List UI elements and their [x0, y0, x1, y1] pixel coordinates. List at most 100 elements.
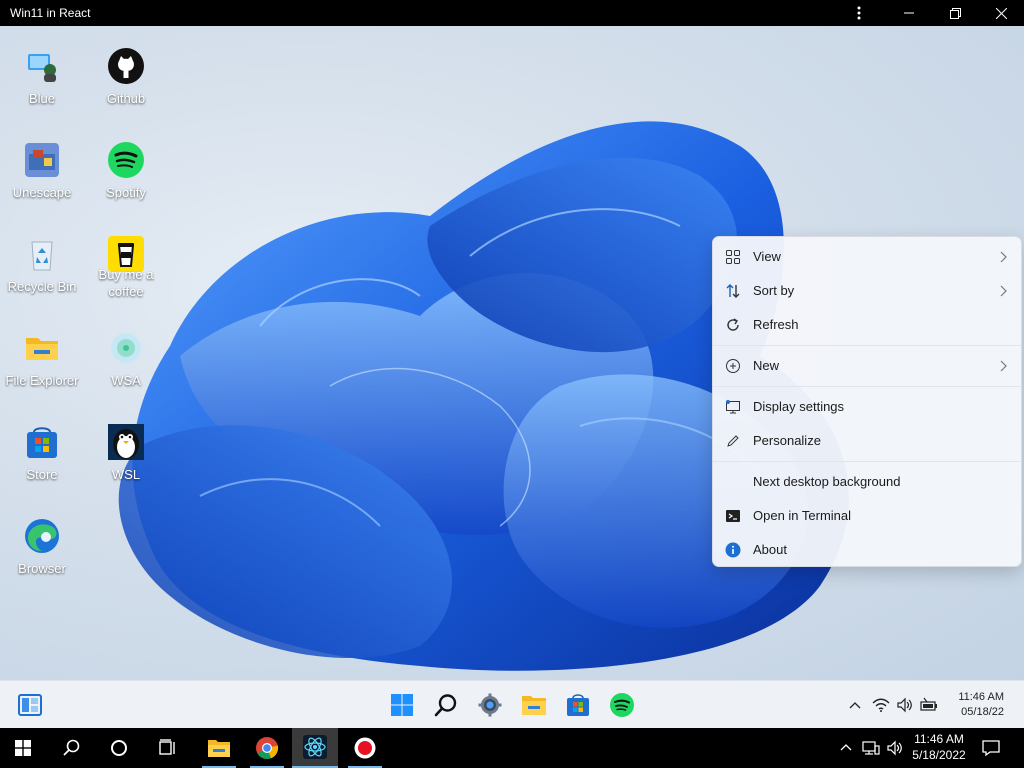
- penguin-icon: [108, 424, 144, 460]
- host-clock-time: 11:46 AM: [914, 732, 964, 746]
- desktop-icon-label: WSL: [111, 467, 141, 482]
- desktop-icon-blue[interactable]: Blue: [0, 32, 84, 120]
- host-record-button[interactable]: [342, 728, 388, 768]
- desktop-icon-label: Unescape: [12, 185, 72, 200]
- plus-circle-icon: [725, 358, 741, 374]
- file-explorer-button[interactable]: [520, 691, 548, 719]
- menu-item-next-desktop-background[interactable]: Next desktop background: [717, 466, 1019, 498]
- desktop-icon-label: File Explorer: [5, 373, 79, 388]
- edge-icon: [24, 518, 60, 554]
- desktop-icon-wsa[interactable]: WSA: [84, 314, 168, 402]
- terminal-icon: [725, 508, 741, 524]
- menu-item-sort-by[interactable]: Sort by: [717, 275, 1019, 307]
- recycle-bin-icon: [24, 236, 60, 272]
- desktop-icon-file-explorer[interactable]: File Explorer: [0, 314, 84, 402]
- cortana-icon: [111, 740, 127, 756]
- host-file-explorer-button[interactable]: [196, 728, 242, 768]
- menu-item-refresh[interactable]: Refresh: [717, 309, 1019, 341]
- menu-item-label: New: [753, 358, 780, 373]
- spotify-icon: [108, 142, 144, 178]
- chevron-up-icon[interactable]: [846, 697, 864, 713]
- volume-icon[interactable]: [896, 697, 914, 713]
- folder-icon: [24, 330, 60, 366]
- menu-item-label: Next desktop background: [753, 474, 901, 489]
- store-icon: [567, 694, 589, 716]
- unescape-icon: [24, 142, 60, 178]
- widgets-button[interactable]: [16, 691, 44, 719]
- start-button[interactable]: [388, 691, 416, 719]
- menu-item-open-in-terminal[interactable]: Open in Terminal: [717, 500, 1019, 532]
- host-titlebar: Win11 in React: [0, 0, 1024, 26]
- notifications-icon[interactable]: [982, 739, 1000, 757]
- menu-item-label: Open in Terminal: [753, 508, 852, 523]
- file-explorer-icon: [208, 740, 230, 757]
- menu-item-label: About: [753, 542, 787, 557]
- store-button[interactable]: [564, 691, 592, 719]
- spotify-icon: [610, 693, 634, 717]
- blue-app-icon: [24, 48, 60, 84]
- desktop-icon-browser[interactable]: Browser: [0, 502, 84, 590]
- windows-start-icon: [15, 740, 31, 756]
- wsa-icon: [108, 330, 144, 366]
- task-view-icon: [159, 739, 175, 755]
- clock-time: 11:46 AM: [958, 691, 1004, 703]
- search-icon: [63, 739, 80, 756]
- desktop-icon-spotify[interactable]: Spotify: [84, 126, 168, 214]
- restore-button[interactable]: [932, 0, 978, 26]
- search-icon: [434, 694, 457, 717]
- desktop-icon-buy-me-a-coffee[interactable]: Buy me a coffee: [84, 220, 168, 308]
- desktop-icon-label: Github: [106, 91, 146, 106]
- menu-item-view[interactable]: View: [717, 241, 1019, 273]
- desktop[interactable]: Blue Github Unescape Spotify Recycle Bin…: [0, 26, 1024, 680]
- search-button[interactable]: [432, 691, 460, 719]
- desktop-icon-store[interactable]: Store: [0, 408, 84, 496]
- menu-separator: [713, 345, 1021, 346]
- settings-button[interactable]: [476, 691, 504, 719]
- menu-item-label: Personalize: [753, 433, 821, 448]
- info-icon: [725, 542, 741, 558]
- menu-separator: [713, 461, 1021, 462]
- github-icon: [108, 48, 144, 84]
- minimize-button[interactable]: [886, 0, 932, 26]
- desktop-icon-wsl[interactable]: WSL: [84, 408, 168, 496]
- menu-item-personalize[interactable]: Personalize: [717, 425, 1019, 457]
- wifi-icon[interactable]: [872, 697, 890, 713]
- taskbar-clock[interactable]: 11:46 AM 05/18/22: [944, 690, 1004, 720]
- start-icon: [391, 694, 413, 716]
- desktop-icon-github[interactable]: Github: [84, 32, 168, 120]
- host-chrome-button[interactable]: [244, 728, 290, 768]
- refresh-icon: [725, 317, 741, 333]
- menu-item-about[interactable]: About: [717, 534, 1019, 566]
- menu-item-display-settings[interactable]: Display settings: [717, 391, 1019, 423]
- chevron-right-icon: [1000, 251, 1007, 263]
- minimize-icon: [904, 12, 914, 14]
- host-search-button[interactable]: [48, 728, 94, 768]
- desktop-icon-label: Blue: [28, 91, 56, 106]
- spotify-button[interactable]: [608, 691, 636, 719]
- record-icon: [354, 737, 376, 759]
- monitor-icon: [725, 399, 741, 415]
- host-react-app-button[interactable]: [292, 728, 338, 768]
- network-icon[interactable]: [862, 740, 880, 756]
- host-clock[interactable]: 11:46 AM 5/18/2022: [908, 731, 970, 763]
- menu-item-label: Display settings: [753, 399, 845, 414]
- host-task-view-button[interactable]: [144, 728, 190, 768]
- chevron-up-icon[interactable]: [838, 740, 854, 756]
- restore-icon: [949, 7, 961, 19]
- desktop-icon-unescape[interactable]: Unescape: [0, 126, 84, 214]
- store-icon: [24, 424, 60, 460]
- desktop-icon-label: Store: [26, 467, 58, 482]
- battery-icon[interactable]: [920, 697, 938, 713]
- desktop-context-menu: View Sort by Refresh New Display setting…: [712, 236, 1022, 567]
- host-start-button[interactable]: [0, 728, 46, 768]
- desktop-icon-recycle-bin[interactable]: Recycle Bin: [0, 220, 84, 308]
- widgets-icon: [18, 694, 42, 716]
- settings-icon: [478, 693, 502, 717]
- close-button[interactable]: [978, 0, 1024, 26]
- menu-separator: [713, 386, 1021, 387]
- volume-icon[interactable]: [886, 740, 904, 756]
- menu-item-new[interactable]: New: [717, 350, 1019, 382]
- host-cortana-button[interactable]: [96, 728, 142, 768]
- host-clock-date: 5/18/2022: [912, 748, 966, 762]
- more-options-button[interactable]: [836, 0, 882, 26]
